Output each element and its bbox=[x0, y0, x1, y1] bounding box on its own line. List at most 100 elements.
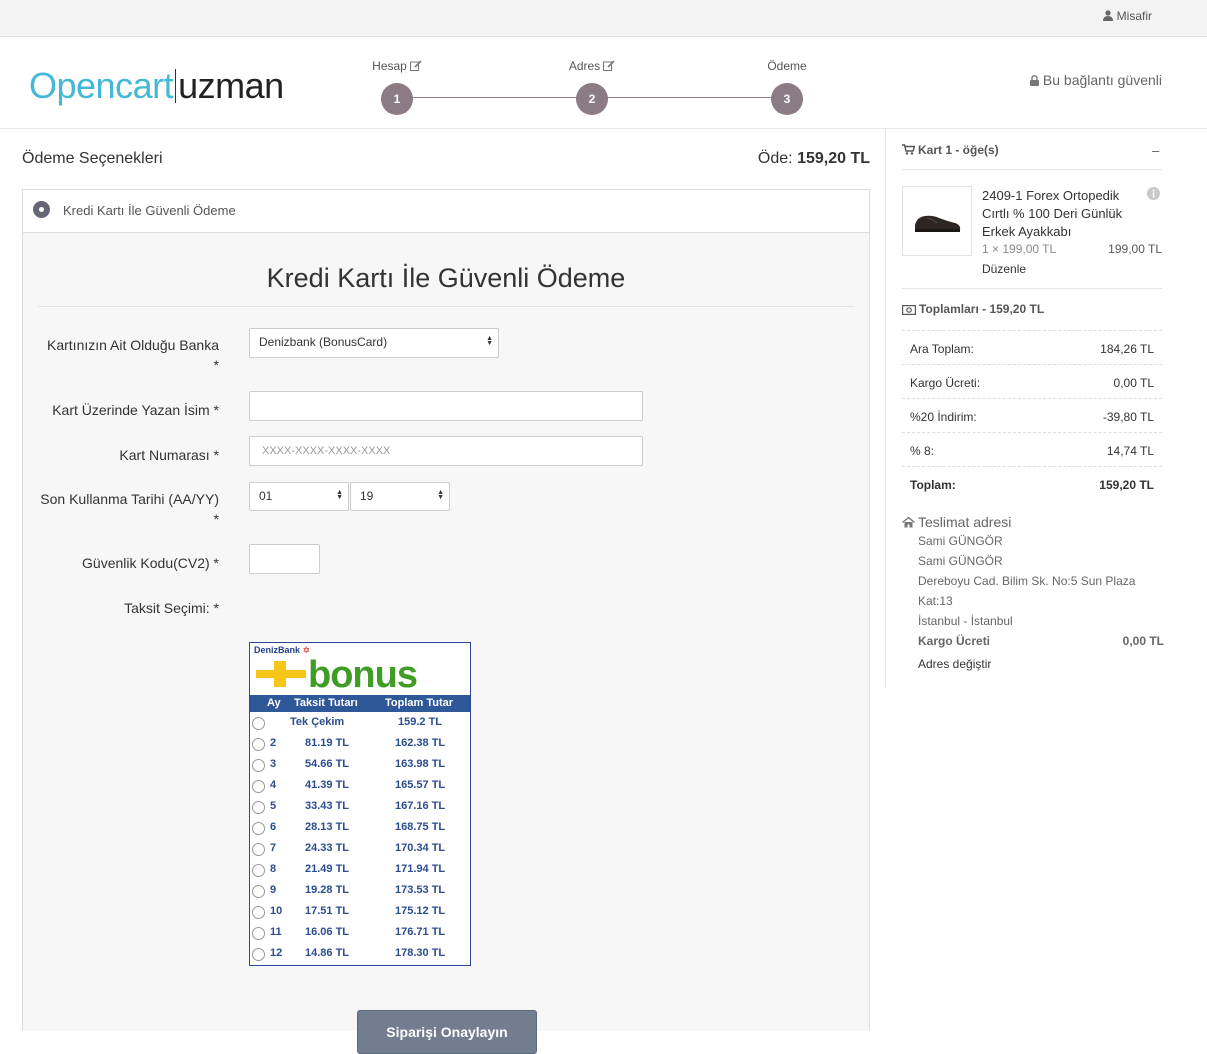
product-name[interactable]: 2409-1 Forex Ortopedik Cırtlı % 100 Deri… bbox=[982, 187, 1142, 241]
totals-row-value: 14,74 TL bbox=[1106, 444, 1154, 458]
totals-table: Ara Toplam: 184,26 TL Kargo Ücreti: 0,00 TL… bbox=[902, 330, 1162, 500]
denizbank-brand-text: DenizBank bbox=[254, 645, 301, 655]
installment-row[interactable]: 2 81.19 TL 162.38 TL bbox=[250, 734, 470, 755]
info-icon[interactable] bbox=[1147, 187, 1160, 200]
bank-select[interactable]: Denizbank (BonusCard) ▲ ▼ bbox=[249, 328, 499, 358]
cart-collapse-toggle[interactable]: – bbox=[1152, 143, 1159, 158]
installment-months: 12 bbox=[270, 947, 283, 959]
secure-label: Bu bağlantı güvenli bbox=[1042, 72, 1162, 88]
expiry-required-mark: * bbox=[213, 511, 219, 527]
cart-title-text: Kart 1 - öğe(s) bbox=[918, 143, 999, 157]
cvv-input[interactable] bbox=[249, 544, 320, 574]
cardholder-name-input[interactable] bbox=[249, 391, 643, 421]
totals-row: Toplam: 159,20 TL bbox=[902, 467, 1162, 500]
installment-row[interactable]: 9 19.28 TL 173.53 TL bbox=[250, 881, 470, 902]
installment-radio[interactable] bbox=[252, 738, 265, 751]
totals-title: Toplamları - 159,20 TL bbox=[902, 302, 1044, 316]
installment-months: 7 bbox=[270, 842, 277, 854]
installment-radio[interactable] bbox=[252, 843, 265, 856]
product-qty-price: 1 × 199,00 TL bbox=[982, 242, 1057, 256]
shipping-line: Sami GÜNGÖR bbox=[918, 554, 1003, 568]
totals-row-label: Toplam: bbox=[910, 478, 956, 492]
edit-icon bbox=[603, 60, 615, 71]
installment-row[interactable]: 5 33.43 TL 167.16 TL bbox=[250, 797, 470, 818]
home-icon bbox=[902, 516, 915, 528]
shipping-line: İstanbul - İstanbul bbox=[918, 614, 1013, 628]
expiry-month-select[interactable]: 01 ▲ ▼ bbox=[249, 482, 349, 511]
order-summary-sidebar: Kart 1 - öğe(s) – 2409-1 Forex Ortopedik… bbox=[885, 129, 1207, 687]
cart-title: Kart 1 - öğe(s) bbox=[902, 143, 999, 157]
installment-monthly: 41.39 TL bbox=[305, 779, 350, 791]
installment-months: 4 bbox=[270, 779, 277, 791]
expiry-year-select[interactable]: 19 ▲ ▼ bbox=[350, 482, 450, 511]
site-logo[interactable]: Opencart uzman bbox=[29, 64, 284, 108]
shipping-line: Dereboyu Cad. Bilim Sk. No:5 Sun Plaza bbox=[918, 574, 1136, 588]
expiry-month-value: 01 bbox=[259, 489, 273, 503]
step-payment-number: 3 bbox=[771, 83, 803, 115]
edit-icon bbox=[409, 60, 422, 71]
credit-card-form: Kredi Kartı İle Güvenli Ödeme Kartınızın… bbox=[23, 233, 869, 1054]
installment-radio[interactable] bbox=[252, 906, 265, 919]
step-payment[interactable]: Ödeme 3 bbox=[747, 59, 827, 115]
payment-method-option[interactable]: Kredi Kartı İle Güvenli Ödeme bbox=[23, 190, 869, 233]
shoe-image bbox=[915, 215, 961, 232]
product-image[interactable] bbox=[902, 186, 972, 256]
checkout-header: Opencart uzman Hesap 1 Adres 2 Ödeme 3 Bu… bbox=[0, 37, 1207, 129]
installment-row[interactable]: 11 16.06 TL 176.71 TL bbox=[250, 923, 470, 944]
totals-row-value: 184,26 TL bbox=[1100, 342, 1154, 356]
installment-radio[interactable] bbox=[252, 780, 265, 793]
pay-prefix: Öde: bbox=[757, 150, 793, 167]
installment-monthly: 28.13 TL bbox=[305, 821, 350, 833]
card-number-placeholder: XXXX-XXXX-XXXX-XXXX bbox=[262, 445, 391, 457]
installment-row[interactable]: 3 54.66 TL 163.98 TL bbox=[250, 755, 470, 776]
shipping-cost-value: 0,00 TL bbox=[1122, 634, 1164, 648]
product-edit-link[interactable]: Düzenle bbox=[982, 262, 1026, 276]
step-address[interactable]: Adres 2 bbox=[552, 59, 632, 115]
totals-row-value: -39,80 TL bbox=[1102, 410, 1154, 424]
installment-row[interactable]: 7 24.33 TL 170.34 TL bbox=[250, 839, 470, 860]
change-address-link[interactable]: Adres değiştir bbox=[918, 657, 991, 671]
installment-radio[interactable] bbox=[252, 801, 265, 814]
card-number-input[interactable]: XXXX-XXXX-XXXX-XXXX bbox=[249, 436, 643, 466]
expiry-label: Son Kullanma Tarihi (AA/YY) * bbox=[40, 489, 219, 529]
installment-radio[interactable] bbox=[252, 864, 265, 877]
installment-total: 168.75 TL bbox=[395, 821, 446, 833]
installment-row[interactable]: 6 28.13 TL 168.75 TL bbox=[250, 818, 470, 839]
confirm-order-button[interactable]: Siparişi Onaylayın bbox=[357, 1010, 537, 1054]
installment-row-single[interactable]: Tek Çekim 159.2 TL bbox=[250, 713, 470, 734]
installment-radio[interactable] bbox=[252, 717, 265, 730]
installment-radio[interactable] bbox=[252, 927, 265, 940]
installment-radio[interactable] bbox=[252, 885, 265, 898]
select-arrows-icon: ▲ ▼ bbox=[437, 489, 444, 501]
shipping-line: Sami GÜNGÖR bbox=[918, 534, 1003, 548]
payment-method-label: Kredi Kartı İle Güvenli Ödeme bbox=[63, 203, 236, 218]
installment-radio[interactable] bbox=[252, 822, 265, 835]
installment-radio[interactable] bbox=[252, 948, 265, 961]
installment-row[interactable]: 4 41.39 TL 165.57 TL bbox=[250, 776, 470, 797]
shipping-cost-label: Kargo Ücreti bbox=[918, 634, 991, 648]
installment-monthly: 81.19 TL bbox=[305, 737, 350, 749]
installment-months: 6 bbox=[270, 821, 277, 833]
installment-months: 8 bbox=[270, 863, 277, 875]
installment-total: 162.38 TL bbox=[395, 737, 446, 749]
installment-row[interactable]: 8 21.49 TL 171.94 TL bbox=[250, 860, 470, 881]
shipping-line: Kat:13 bbox=[918, 594, 953, 608]
installment-monthly: 24.33 TL bbox=[305, 842, 350, 854]
installment-total: 163.98 TL bbox=[395, 758, 446, 770]
totals-row-label: % 8: bbox=[910, 444, 935, 458]
step-account[interactable]: Hesap 1 bbox=[357, 59, 437, 115]
installment-table: DenizBank ✡ bonus Ay Taksit Tutarı Topla… bbox=[249, 642, 471, 966]
bank-label-text: Kartınızın Ait Olduğu Banka bbox=[47, 337, 219, 353]
installment-row[interactable]: 12 14.86 TL 178.30 TL bbox=[250, 944, 470, 965]
installment-monthly: 21.49 TL bbox=[305, 863, 350, 875]
totals-row: % 8: 14,74 TL bbox=[902, 433, 1162, 467]
cart-icon bbox=[902, 144, 916, 155]
installment-monthly: 17.51 TL bbox=[305, 905, 350, 917]
installment-total: 167.16 TL bbox=[395, 800, 446, 812]
payment-method-radio[interactable] bbox=[33, 201, 50, 218]
payment-options-title: Ödeme Seçenekleri bbox=[22, 150, 163, 167]
shipping-title-text: Teslimat adresi bbox=[918, 514, 1012, 530]
installment-radio[interactable] bbox=[252, 759, 265, 772]
installment-row[interactable]: 10 17.51 TL 175.12 TL bbox=[250, 902, 470, 923]
guest-account-link[interactable]: Misafir bbox=[1102, 9, 1152, 23]
